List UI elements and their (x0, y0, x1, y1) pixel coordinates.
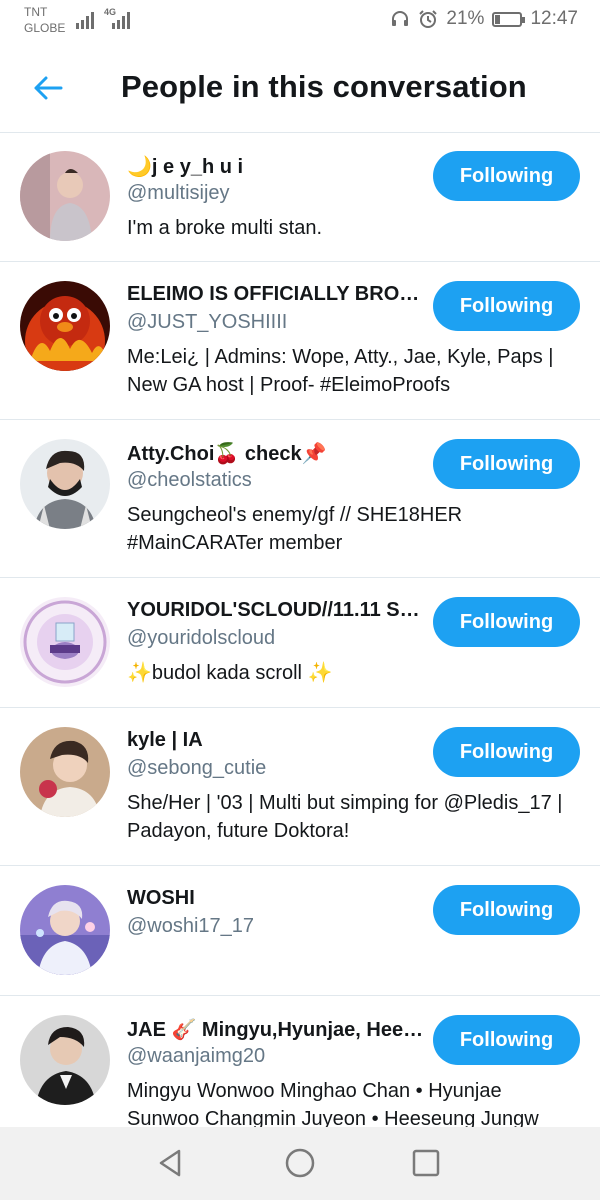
bio: She/Her | '03 | Multi but simping for @P… (127, 792, 563, 842)
page-title: People in this conversation (121, 69, 527, 104)
list-item[interactable]: Atty.Choi🍒 check📌 @cheolstatics Seungche… (0, 420, 600, 578)
following-button[interactable]: Following (433, 281, 580, 331)
avatar[interactable] (20, 727, 110, 817)
home-circle-icon[interactable] (282, 1145, 318, 1181)
display-name: 🌙j e y_h u i (127, 156, 244, 178)
arrow-left-icon[interactable] (30, 70, 66, 106)
following-button[interactable]: Following (433, 151, 580, 201)
display-name: kyle | IA (127, 729, 203, 751)
username: @cheolstatics (127, 469, 252, 491)
list-item[interactable]: YOURIDOL'SCLOUD//11.11 SALE @youridolscl… (0, 578, 600, 708)
signal-icon-secondary (112, 11, 130, 29)
signal-icon (76, 11, 94, 29)
username: @sebong_cutie (127, 757, 267, 779)
status-bar: TNT GLOBE 4G 21% 12:47 (0, 0, 600, 40)
bio: Me:Lei¿ | Admins: Wope, Atty., Jae, Kyle… (127, 346, 554, 396)
headphones-icon (392, 11, 409, 26)
username: @JUST_YOSHIIII (127, 311, 288, 333)
avatar[interactable] (20, 885, 110, 975)
list-item[interactable]: ELEIMO IS OFFICIALLY BROKE... @JUST_YOSH… (0, 262, 600, 420)
username: @youridolscloud (127, 627, 276, 649)
display-name: ELEIMO IS OFFICIALLY BROKE... (127, 283, 427, 305)
list-item[interactable]: kyle | IA @sebong_cutie She/Her | '03 | … (0, 708, 600, 866)
display-name: YOURIDOL'SCLOUD//11.11 SALE (127, 599, 427, 621)
following-button[interactable]: Following (433, 1015, 580, 1065)
carrier-label: TNT GLOBE (24, 5, 66, 35)
username: @woshi17_17 (127, 915, 255, 937)
recents-square-icon[interactable] (408, 1145, 444, 1181)
navigation-bar (0, 1127, 600, 1200)
avatar[interactable] (20, 1015, 110, 1105)
list-item[interactable]: 🌙j e y_h u i @multisijey I'm a broke mul… (0, 133, 600, 262)
battery-percent: 21% (446, 8, 485, 29)
following-button[interactable]: Following (433, 885, 580, 935)
username: @multisijey (127, 182, 230, 204)
list-item[interactable]: JAE 🎸 Mingyu,Hyunjae, Hees... @waanjaimg… (0, 996, 600, 1127)
people-list: 🌙j e y_h u i @multisijey I'm a broke mul… (0, 133, 600, 1127)
display-name: JAE 🎸 Mingyu,Hyunjae, Hees... (127, 1019, 427, 1041)
clock: 12:47 (530, 8, 578, 29)
following-button[interactable]: Following (433, 597, 580, 647)
status-right: 21% 12:47 (390, 8, 578, 30)
battery-icon (492, 11, 526, 27)
display-name: Atty.Choi🍒 check📌 (127, 443, 327, 465)
username: @waanjaimg20 (127, 1045, 266, 1067)
following-button[interactable]: Following (433, 727, 580, 777)
display-name: WOSHI (127, 887, 195, 909)
app-header: People in this conversation (0, 40, 600, 133)
following-button[interactable]: Following (433, 439, 580, 489)
avatar[interactable] (20, 281, 110, 371)
alarm-icon (419, 10, 438, 28)
bio: Seungcheol's enemy/gf // SHE18HER #MainC… (127, 504, 463, 554)
bio: Mingyu Wonwoo Minghao Chan • Hyunjae Sun… (127, 1080, 539, 1127)
back-triangle-icon[interactable] (153, 1145, 189, 1181)
bio: I'm a broke multi stan. (127, 217, 322, 239)
avatar[interactable] (20, 597, 110, 687)
avatar[interactable] (20, 439, 110, 529)
avatar[interactable] (20, 151, 110, 241)
list-item[interactable]: WOSHI @woshi17_17 Following (0, 866, 600, 996)
bio: ✨budol kada scroll ✨ (127, 662, 333, 684)
